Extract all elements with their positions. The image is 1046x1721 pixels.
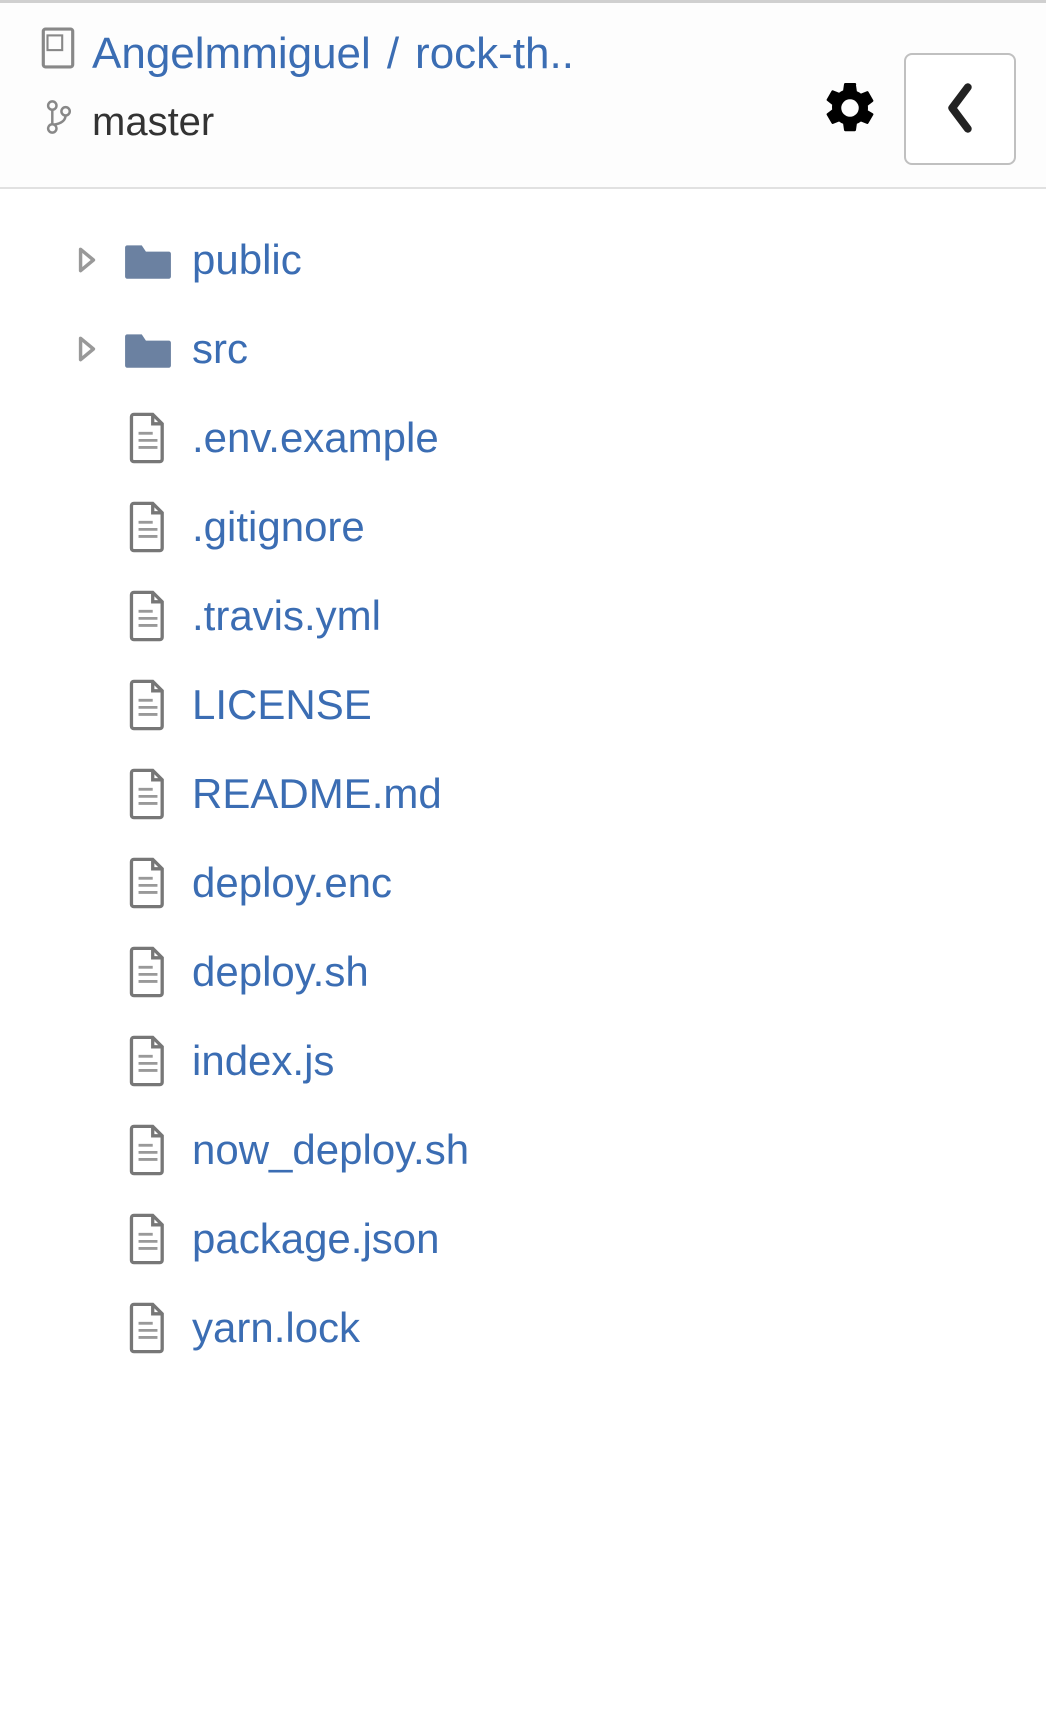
tree-file[interactable]: deploy.enc bbox=[0, 838, 1046, 927]
file-icon bbox=[112, 1124, 184, 1176]
tree-item-label: .travis.yml bbox=[192, 592, 381, 640]
tree-item-label: .gitignore bbox=[192, 503, 365, 551]
expand-caret-icon[interactable] bbox=[62, 334, 112, 364]
file-icon bbox=[112, 1213, 184, 1265]
tree-item-label: deploy.sh bbox=[192, 948, 369, 996]
tree-file[interactable]: deploy.sh bbox=[0, 927, 1046, 1016]
tree-item-label: deploy.enc bbox=[192, 859, 392, 907]
file-icon bbox=[112, 1302, 184, 1354]
folder-icon bbox=[112, 328, 184, 370]
expand-caret-icon[interactable] bbox=[62, 245, 112, 275]
tree-item-label: package.json bbox=[192, 1215, 440, 1263]
tree-file[interactable]: package.json bbox=[0, 1194, 1046, 1283]
tree-file[interactable]: LICENSE bbox=[0, 660, 1046, 749]
file-icon bbox=[112, 590, 184, 642]
panel-header: Angelmmiguel / rock-th.. master bbox=[0, 3, 1046, 189]
file-icon bbox=[112, 501, 184, 553]
repo-name[interactable]: rock-th.. bbox=[415, 29, 574, 79]
branch-row[interactable]: master bbox=[44, 98, 820, 146]
tree-item-label: public bbox=[192, 236, 302, 284]
tree-item-label: LICENSE bbox=[192, 681, 372, 729]
tree-folder[interactable]: public bbox=[0, 215, 1046, 304]
chevron-left-icon bbox=[943, 82, 977, 137]
tree-file[interactable]: yarn.lock bbox=[0, 1283, 1046, 1372]
settings-button[interactable] bbox=[820, 78, 880, 141]
branch-name[interactable]: master bbox=[92, 100, 214, 145]
tree-item-label: index.js bbox=[192, 1037, 334, 1085]
tree-file[interactable]: .env.example bbox=[0, 393, 1046, 482]
file-icon bbox=[112, 946, 184, 998]
tree-file[interactable]: .travis.yml bbox=[0, 571, 1046, 660]
gear-icon bbox=[820, 78, 880, 141]
tree-item-label: yarn.lock bbox=[192, 1304, 360, 1352]
git-branch-icon bbox=[44, 98, 72, 146]
repo-icon bbox=[40, 27, 76, 80]
file-icon bbox=[112, 1035, 184, 1087]
repo-panel: Angelmmiguel / rock-th.. master bbox=[0, 0, 1046, 1721]
file-icon bbox=[112, 679, 184, 731]
tree-folder[interactable]: src bbox=[0, 304, 1046, 393]
file-icon bbox=[112, 412, 184, 464]
collapse-button[interactable] bbox=[904, 53, 1016, 165]
tree-file[interactable]: .gitignore bbox=[0, 482, 1046, 571]
header-actions bbox=[820, 53, 1016, 165]
tree-item-label: now_deploy.sh bbox=[192, 1126, 469, 1174]
tree-file[interactable]: index.js bbox=[0, 1016, 1046, 1105]
tree-item-label: .env.example bbox=[192, 414, 439, 462]
tree-file[interactable]: now_deploy.sh bbox=[0, 1105, 1046, 1194]
header-info: Angelmmiguel / rock-th.. master bbox=[40, 27, 820, 146]
tree-item-label: README.md bbox=[192, 770, 442, 818]
file-icon bbox=[112, 857, 184, 909]
repo-breadcrumb[interactable]: Angelmmiguel / rock-th.. bbox=[40, 27, 820, 80]
repo-owner[interactable]: Angelmmiguel bbox=[92, 29, 371, 79]
folder-icon bbox=[112, 239, 184, 281]
repo-separator: / bbox=[387, 29, 399, 79]
file-icon bbox=[112, 768, 184, 820]
tree-file[interactable]: README.md bbox=[0, 749, 1046, 838]
tree-item-label: src bbox=[192, 325, 248, 373]
file-tree: public src .env.example .gitignore .travis.y… bbox=[0, 189, 1046, 1372]
